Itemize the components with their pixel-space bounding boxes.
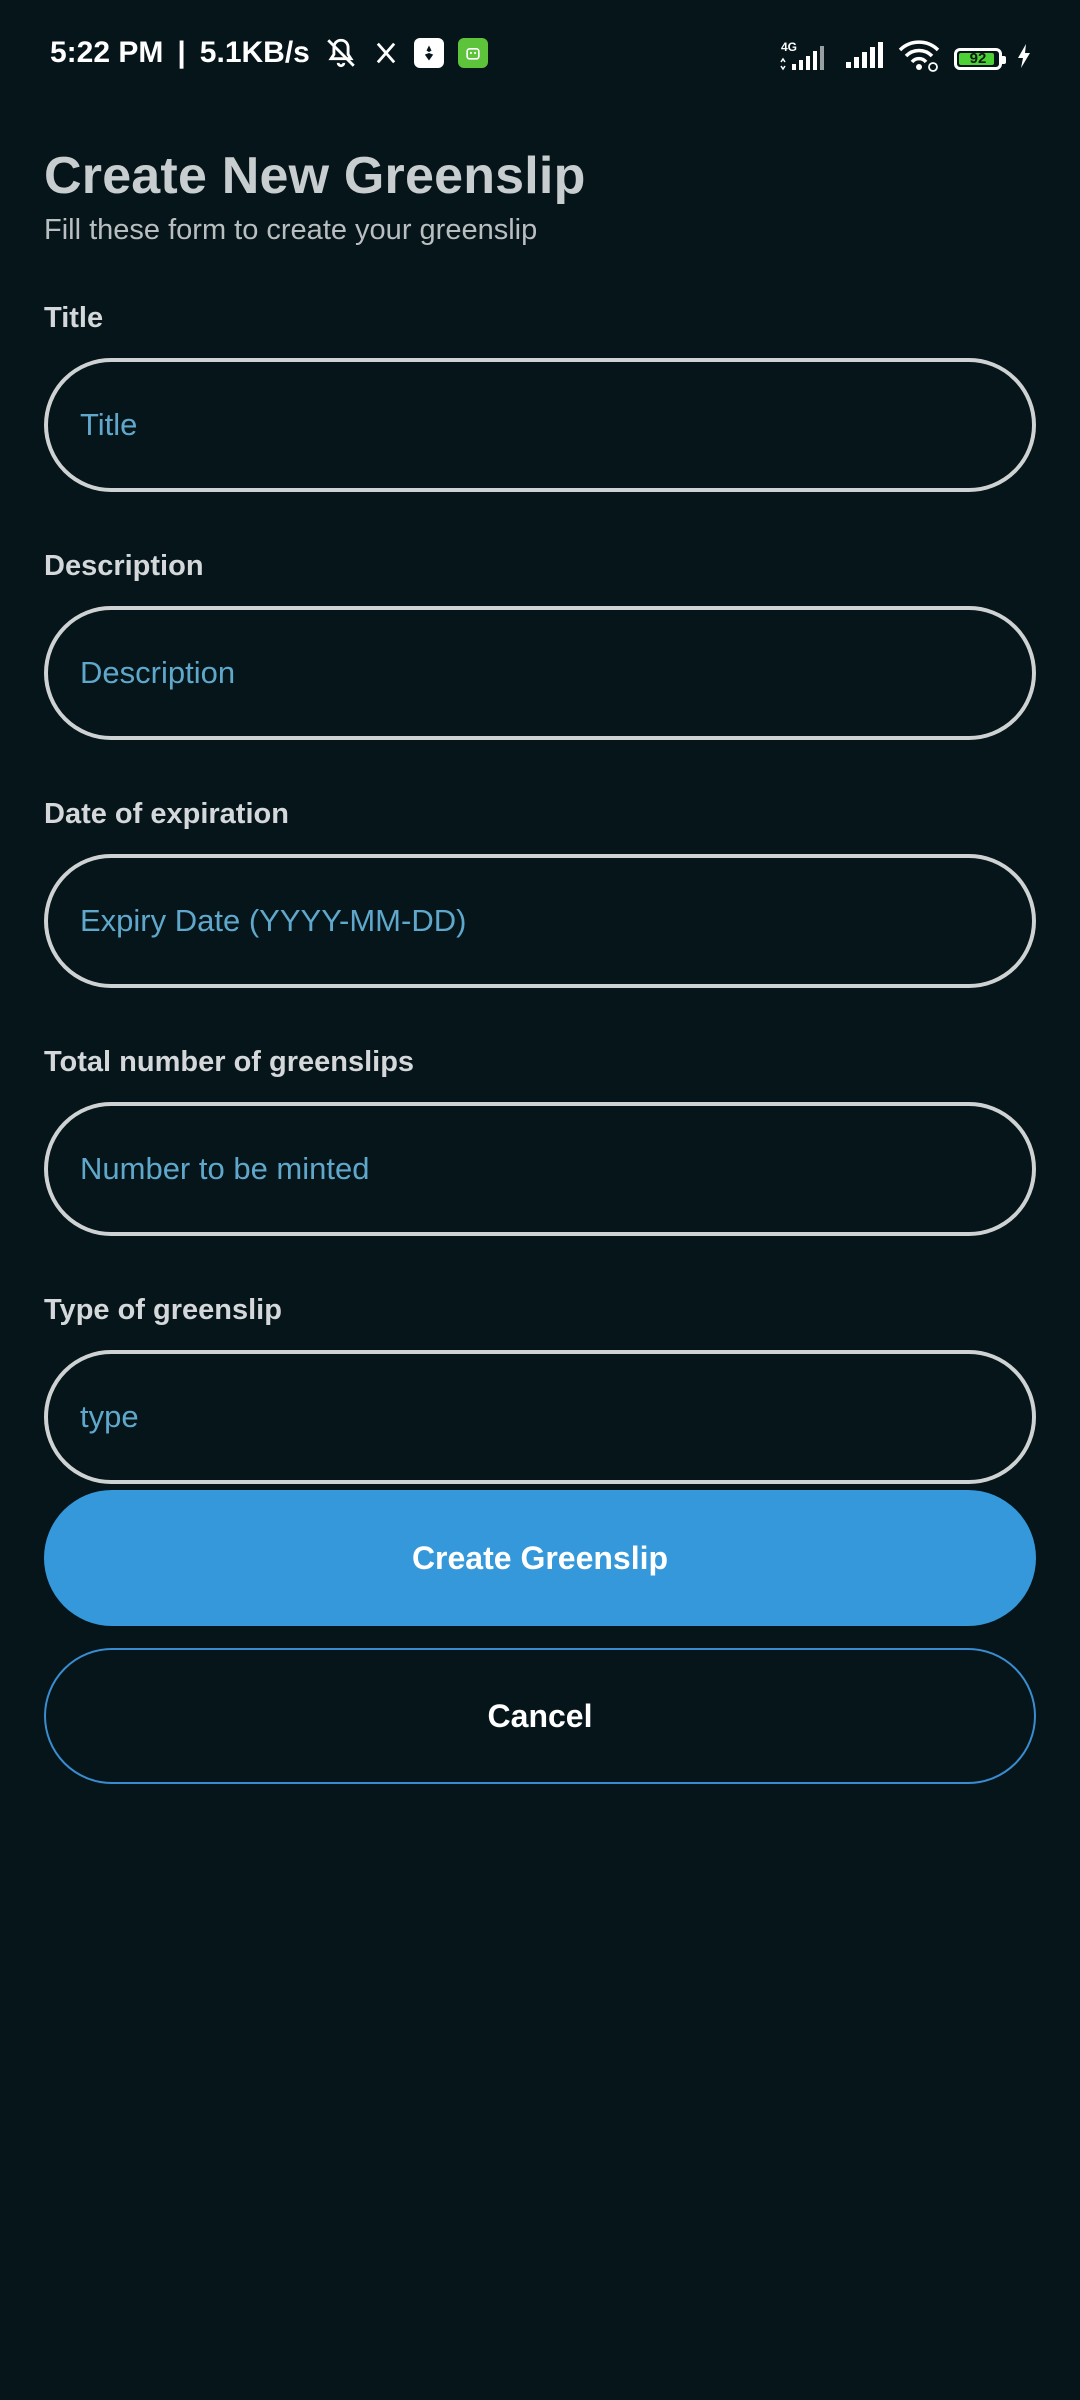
field-description: Description xyxy=(44,546,1036,740)
number-to-mint-input[interactable] xyxy=(44,1102,1036,1236)
x-app-icon xyxy=(372,39,400,67)
create-greenslip-label: Create Greenslip xyxy=(411,1539,669,1576)
greenslip-form: Title Description Date of expiration Tot… xyxy=(44,298,1036,1538)
wifi-icon xyxy=(898,40,940,77)
create-greenslip-button[interactable]: Create Greenslip xyxy=(44,1490,1036,1626)
charging-icon xyxy=(1016,43,1032,74)
field-type: Type of greenslip xyxy=(44,1290,1036,1484)
app-icon-white xyxy=(413,38,444,68)
title-input[interactable] xyxy=(44,358,1036,492)
type-input[interactable] xyxy=(44,1350,1036,1484)
signal-icon xyxy=(844,42,884,75)
description-label: Description xyxy=(44,550,204,582)
expiry-date-input[interactable] xyxy=(44,854,1036,988)
page-header: Create New Greenslip Fill these form to … xyxy=(44,146,586,247)
title-label: Title xyxy=(44,302,104,334)
status-speed: 5.1KB/s xyxy=(199,36,310,69)
description-input[interactable] xyxy=(44,606,1036,740)
status-separator: | xyxy=(177,36,186,69)
status-time: 5:22 PM xyxy=(50,36,164,69)
type-label: Type of greenslip xyxy=(44,1294,282,1326)
field-expiration: Date of expiration xyxy=(44,794,1036,988)
status-bar: 5:22 PM | 5.1KB/s 4G 92 xyxy=(0,0,1080,115)
page-title: Create New Greenslip xyxy=(44,147,586,205)
battery-level: 92 xyxy=(969,50,987,67)
cancel-label: Cancel xyxy=(487,1697,593,1734)
field-total-number: Total number of greenslips xyxy=(44,1042,1036,1236)
status-left: 5:22 PM | 5.1KB/s xyxy=(50,36,488,70)
page-subtitle: Fill these form to create your greenslip xyxy=(44,214,538,246)
network-label: 4G xyxy=(781,40,797,54)
muted-bell-icon xyxy=(324,36,358,70)
android-app-icon xyxy=(457,38,488,68)
status-right: 4G 92 xyxy=(778,40,1032,77)
signal-4g-icon: 4G xyxy=(778,40,830,77)
total-number-label: Total number of greenslips xyxy=(44,1046,415,1078)
field-title: Title xyxy=(44,298,1036,492)
battery-icon: 92 xyxy=(954,47,1006,70)
expiration-label: Date of expiration xyxy=(44,798,289,830)
cancel-button[interactable]: Cancel xyxy=(44,1648,1036,1784)
